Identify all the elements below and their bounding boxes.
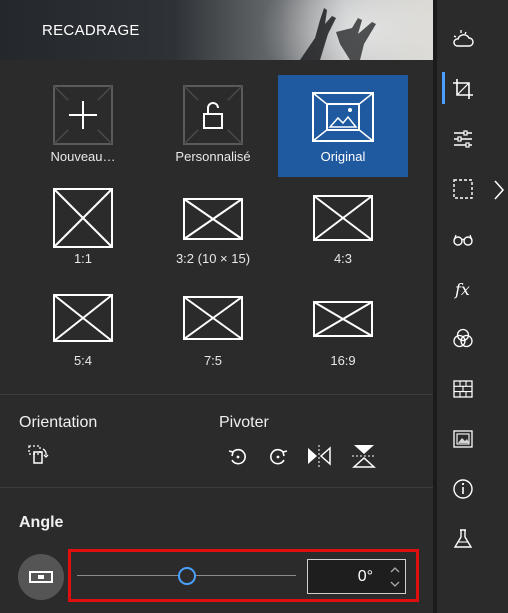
rail-color-button[interactable] bbox=[437, 322, 488, 356]
page-title: RECADRAGE bbox=[42, 22, 140, 39]
adjust-sliders-icon bbox=[453, 130, 472, 148]
level-icon bbox=[29, 571, 53, 583]
angle-value-field[interactable]: 0° bbox=[307, 559, 406, 594]
tile-label: 5:4 bbox=[73, 353, 93, 368]
lab-flask-icon bbox=[453, 529, 472, 548]
ratio-1-1-icon bbox=[53, 188, 113, 248]
weather-icon bbox=[452, 30, 474, 47]
rotate-label: Pivoter bbox=[219, 414, 269, 431]
flip-horizontal-icon bbox=[308, 445, 331, 467]
rail-info-button[interactable] bbox=[437, 472, 488, 506]
decrement-chevron-down-icon[interactable] bbox=[389, 578, 401, 590]
svg-text:fx: fx bbox=[454, 280, 470, 299]
image-icon bbox=[312, 92, 374, 142]
angle-value: 0° bbox=[357, 568, 373, 585]
expand-chevron-right-icon[interactable] bbox=[492, 178, 506, 202]
tile-label: 3:2 (10 × 15) bbox=[175, 251, 251, 266]
orientation-label: Orientation bbox=[19, 414, 98, 431]
tile-label: 4:3 bbox=[333, 251, 353, 266]
rail-adjust-button[interactable] bbox=[437, 122, 488, 156]
increment-chevron-up-icon[interactable] bbox=[389, 564, 401, 576]
tile-label: 1:1 bbox=[73, 251, 93, 266]
rail-lab-button[interactable] bbox=[437, 522, 488, 556]
tile-label: 7:5 bbox=[203, 353, 223, 368]
rail-glasses-button[interactable] bbox=[437, 222, 488, 256]
ratio-16-9-icon bbox=[313, 301, 373, 337]
tile-label: Personnalisé bbox=[175, 149, 251, 164]
aspect-original-button[interactable]: Original bbox=[278, 75, 408, 177]
rotate-left-button[interactable] bbox=[223, 441, 253, 471]
color-circles-icon bbox=[452, 328, 473, 348]
rail-frame-button[interactable] bbox=[437, 422, 488, 456]
crop-panel: RECADRAGE Nouveau… Personnalisé Original… bbox=[0, 0, 433, 613]
aspect-3-2-button[interactable]: 3:2 (10 × 15) bbox=[148, 178, 278, 280]
rail-texture-button[interactable] bbox=[437, 372, 488, 406]
aspect-16-9-button[interactable]: 16:9 bbox=[278, 283, 408, 385]
ratio-4-3-icon bbox=[313, 195, 373, 241]
flip-vertical-icon bbox=[352, 445, 376, 468]
aspect-4-3-button[interactable]: 4:3 bbox=[278, 178, 408, 280]
selection-icon bbox=[452, 179, 473, 199]
info-icon bbox=[452, 479, 473, 499]
orientation-toggle-button[interactable] bbox=[23, 440, 53, 470]
rail-active-indicator bbox=[442, 72, 445, 104]
aspect-1-1-button[interactable]: 1:1 bbox=[18, 178, 148, 280]
aspect-7-5-button[interactable]: 7:5 bbox=[148, 283, 278, 385]
crop-icon bbox=[452, 79, 473, 99]
auto-straighten-button[interactable] bbox=[18, 554, 64, 600]
angle-label: Angle bbox=[19, 514, 64, 531]
glasses-icon bbox=[452, 234, 473, 246]
frame-icon bbox=[452, 430, 473, 448]
flip-vertical-button[interactable] bbox=[349, 441, 379, 471]
unlock-icon bbox=[183, 85, 243, 145]
rotate-right-button[interactable] bbox=[263, 441, 293, 471]
panel-header: RECADRAGE bbox=[0, 0, 433, 60]
aspect-5-4-button[interactable]: 5:4 bbox=[18, 283, 148, 385]
rotate-left-icon bbox=[228, 448, 246, 465]
ratio-5-4-icon bbox=[53, 294, 113, 342]
tile-label: 16:9 bbox=[330, 353, 356, 368]
header-hands-image bbox=[300, 8, 376, 60]
orientation-icon bbox=[28, 445, 49, 464]
tile-label: Nouveau… bbox=[50, 149, 116, 164]
rail-selection-button[interactable] bbox=[437, 172, 488, 206]
fx-icon: fx bbox=[454, 280, 470, 299]
divider bbox=[0, 487, 433, 488]
texture-icon bbox=[452, 380, 473, 398]
ratio-3-2-icon bbox=[183, 198, 243, 240]
divider bbox=[0, 394, 433, 395]
tile-label: Original bbox=[320, 149, 366, 164]
plus-icon bbox=[53, 85, 113, 145]
angle-slider-thumb[interactable] bbox=[178, 567, 196, 585]
flip-horizontal-button[interactable] bbox=[304, 441, 334, 471]
aspect-new-button[interactable]: Nouveau… bbox=[18, 75, 148, 177]
right-edge bbox=[488, 0, 508, 613]
rail-weather-button[interactable] bbox=[437, 22, 488, 56]
rotate-right-icon bbox=[270, 448, 288, 465]
ratio-7-5-icon bbox=[183, 296, 243, 340]
aspect-custom-button[interactable]: Personnalisé bbox=[148, 75, 278, 177]
rail-effects-button[interactable]: fx bbox=[437, 272, 488, 306]
